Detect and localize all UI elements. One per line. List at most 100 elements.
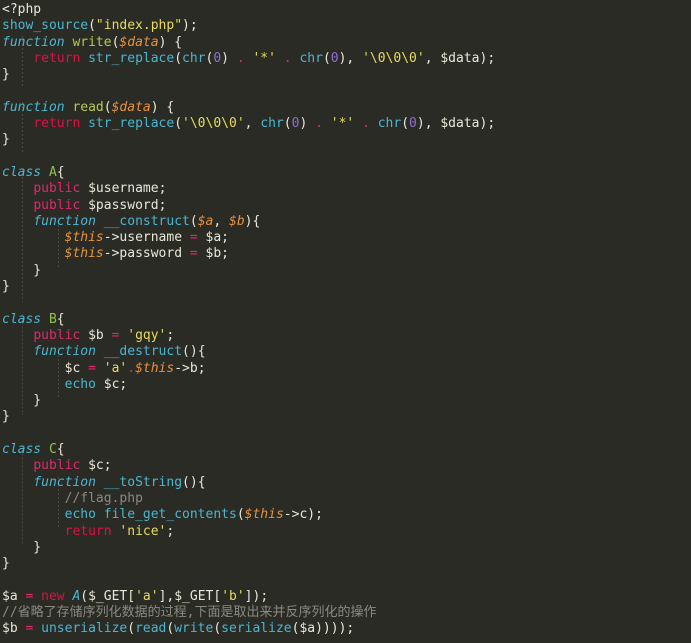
code-line[interactable]: class C{ bbox=[0, 442, 691, 458]
code-token-op: . bbox=[362, 116, 370, 132]
code-line[interactable]: $this->username = $a; bbox=[0, 230, 691, 246]
code-line[interactable]: //省略了存储序列化数据的过程,下面是取出来并反序列化的操作 bbox=[0, 605, 691, 621]
code-token-brace: } bbox=[2, 279, 10, 295]
code-token-call: serialize bbox=[221, 621, 292, 637]
code-token-punc: ; bbox=[166, 327, 175, 343]
code-token-punc: ) { bbox=[150, 99, 175, 115]
code-line[interactable]: return 'nice'; bbox=[0, 524, 691, 540]
code-token-var: $c bbox=[88, 458, 104, 474]
code-token-kw: class bbox=[2, 311, 42, 327]
code-line[interactable] bbox=[0, 295, 691, 311]
code-token-kw: function bbox=[33, 474, 96, 490]
code-line[interactable]: echo file_get_contents($this->c); bbox=[0, 507, 691, 523]
code-token-modifier: public bbox=[33, 181, 81, 197]
code-line[interactable]: class A{ bbox=[0, 165, 691, 181]
code-token-punc: )))); bbox=[315, 621, 355, 637]
code-token-punc: , bbox=[244, 116, 261, 132]
code-token-func: write bbox=[72, 34, 112, 50]
code-line[interactable]: show_source("index.php"); bbox=[0, 18, 691, 34]
code-line[interactable]: function __toString(){ bbox=[0, 475, 691, 491]
code-token-brace: { bbox=[56, 311, 65, 327]
code-token-var: $a bbox=[205, 230, 222, 246]
code-line[interactable]: } bbox=[0, 263, 691, 279]
code-line[interactable]: } bbox=[0, 556, 691, 572]
code-token-brace: } bbox=[2, 409, 10, 425]
code-line[interactable]: } bbox=[0, 132, 691, 148]
code-line[interactable] bbox=[0, 149, 691, 165]
code-token-op: . bbox=[127, 360, 136, 376]
code-token-return: return bbox=[64, 523, 112, 539]
code-token-brace: } bbox=[2, 67, 10, 83]
code-token-punc: ; bbox=[158, 181, 167, 197]
code-token-punc: (){ bbox=[182, 474, 206, 490]
code-line[interactable]: } bbox=[0, 540, 691, 556]
code-line[interactable]: return str_replace(chr(0) . '*' . chr(0)… bbox=[0, 51, 691, 67]
code-line[interactable]: public $password; bbox=[0, 198, 691, 214]
code-token-param: $data bbox=[111, 99, 151, 115]
code-line[interactable]: $c = 'a'.$this->b; bbox=[0, 361, 691, 377]
code-token-punc: ( bbox=[283, 116, 292, 132]
code-line[interactable]: } bbox=[0, 279, 691, 295]
code-line[interactable]: public $c; bbox=[0, 458, 691, 474]
code-token-punc: ) { bbox=[158, 34, 183, 50]
code-token-var: $c bbox=[64, 360, 89, 376]
code-token-call: chr bbox=[377, 116, 402, 132]
code-token-var: ->password bbox=[103, 246, 190, 262]
code-line[interactable]: public $username; bbox=[0, 181, 691, 197]
code-line[interactable]: $this->password = $b; bbox=[0, 246, 691, 262]
code-line[interactable]: public $b = 'gqy'; bbox=[0, 328, 691, 344]
code-line[interactable]: echo $c; bbox=[0, 377, 691, 393]
code-line[interactable]: function write($data) { bbox=[0, 35, 691, 51]
code-line[interactable]: //flag.php bbox=[0, 491, 691, 507]
code-line[interactable]: <?php bbox=[0, 2, 691, 18]
code-line[interactable] bbox=[0, 426, 691, 442]
code-token-call: show_source bbox=[2, 18, 89, 34]
code-line[interactable]: $a = new A($_GET['a'],$_GET['b']); bbox=[0, 589, 691, 605]
code-token-string: '*' bbox=[330, 116, 355, 132]
code-line[interactable]: return str_replace('\0\0\0', chr(0) . '*… bbox=[0, 116, 691, 132]
code-token-var: $b bbox=[2, 621, 26, 637]
code-token-op: . bbox=[283, 50, 292, 66]
code-token-punc: ( bbox=[401, 116, 410, 132]
code-line[interactable]: } bbox=[0, 67, 691, 83]
code-line[interactable]: } bbox=[0, 393, 691, 409]
code-line[interactable] bbox=[0, 83, 691, 99]
code-line[interactable]: } bbox=[0, 409, 691, 425]
code-token-comment: //flag.php bbox=[64, 490, 143, 506]
code-token-kw: function bbox=[33, 344, 96, 360]
code-token-var: $data bbox=[440, 116, 480, 132]
code-token-punc: ( bbox=[322, 50, 331, 66]
code-token-var: $data bbox=[440, 50, 480, 66]
code-token-op: = bbox=[189, 246, 198, 262]
code-line[interactable]: class B{ bbox=[0, 312, 691, 328]
code-line[interactable]: function read($data) { bbox=[0, 100, 691, 116]
code-line[interactable] bbox=[0, 572, 691, 588]
code-token-punc: ; bbox=[221, 230, 229, 246]
code-token-kw2: echo bbox=[64, 507, 96, 523]
code-token-punc: ), bbox=[338, 50, 363, 66]
code-line[interactable]: function __construct($a, $b){ bbox=[0, 214, 691, 230]
code-token-var: $b bbox=[205, 246, 222, 262]
code-token-kw: function bbox=[2, 34, 65, 50]
code-editor-pane[interactable]: <?php show_source("index.php"); function w… bbox=[0, 0, 691, 643]
code-line[interactable]: $b = unserialize(read(write(serialize($a… bbox=[0, 621, 691, 637]
code-token-punc: ) bbox=[221, 50, 237, 66]
code-token-punc: ], bbox=[158, 588, 175, 604]
code-token-kw: function bbox=[33, 213, 96, 229]
code-token-call: file_get_contents bbox=[103, 507, 237, 523]
code-token-param: $this bbox=[64, 246, 104, 262]
code-token-string: 'a' bbox=[135, 588, 159, 604]
code-token-brace: } bbox=[2, 539, 42, 555]
code-line[interactable]: function __destruct(){ bbox=[0, 344, 691, 360]
code-token-num: 0 bbox=[213, 50, 222, 66]
code-token-param: $this bbox=[135, 360, 175, 376]
